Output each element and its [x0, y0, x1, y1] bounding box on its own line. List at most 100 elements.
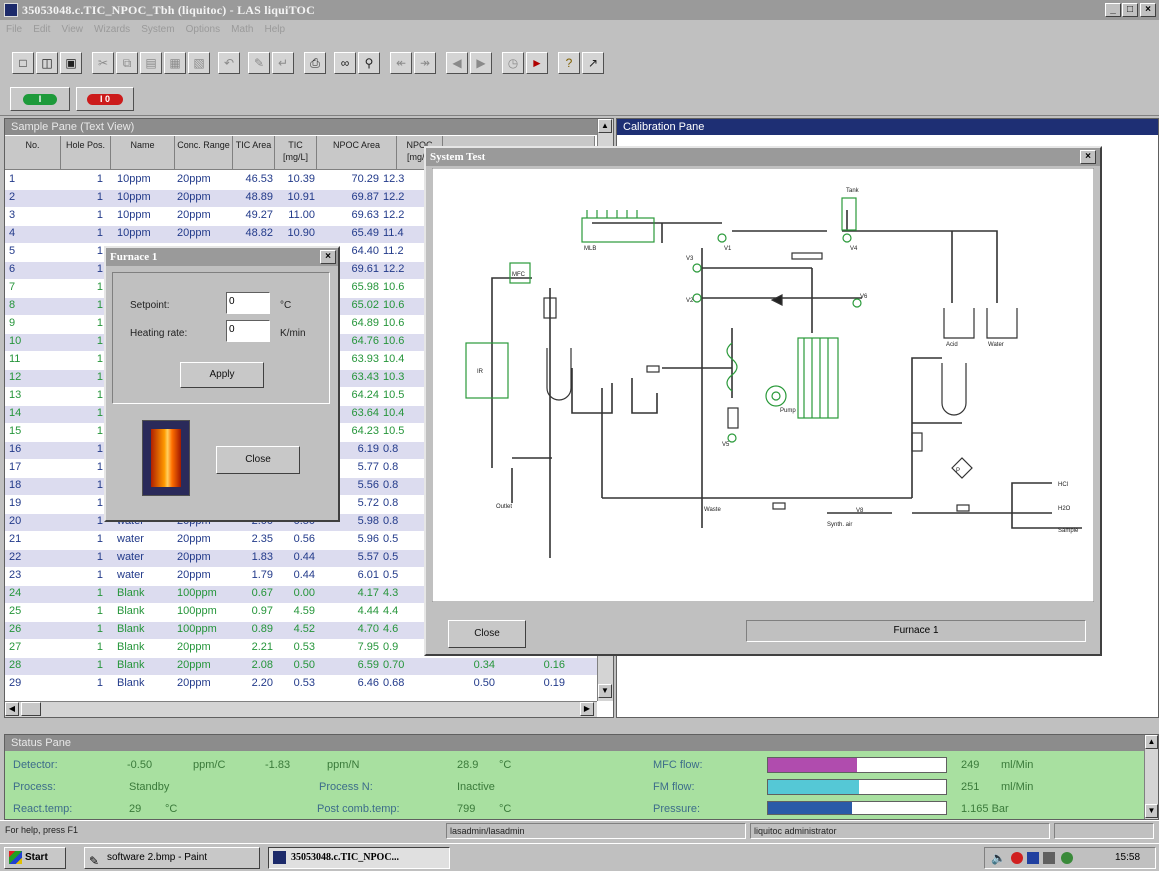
- cell-no: 24: [9, 587, 22, 599]
- menu-system[interactable]: System: [141, 24, 174, 35]
- status-scroll-up-icon[interactable]: ▲: [1145, 735, 1158, 749]
- detector-label: Detector:: [13, 759, 58, 771]
- context-help-icon[interactable]: ↗: [582, 52, 604, 74]
- cell-no: 22: [9, 551, 22, 563]
- table-row[interactable]: 28 1 Blank 20ppm 2.08 0.50 6.59 0.70 0.34 0.16: [5, 658, 597, 675]
- clipboard-icon[interactable]: ▧: [188, 52, 210, 74]
- apply-button[interactable]: Apply: [180, 362, 264, 388]
- monitor-icon[interactable]: [1043, 852, 1055, 864]
- furnace-close-button[interactable]: Close: [216, 446, 300, 474]
- paste-special-icon[interactable]: ▦: [164, 52, 186, 74]
- setpoint-input[interactable]: 0: [226, 292, 270, 314]
- furnace-dialog: Furnace 1 × Setpoint: 0 °C Heating rate:…: [104, 246, 340, 522]
- cell-name: water: [117, 533, 144, 545]
- menu-view[interactable]: View: [61, 24, 83, 35]
- post-comb-temp-unit: °C: [499, 803, 512, 815]
- open-folder-icon[interactable]: ◫: [36, 52, 58, 74]
- scroll-down-icon[interactable]: ▼: [598, 684, 612, 698]
- status-scrollbar[interactable]: ▲ ▼: [1144, 735, 1158, 819]
- help-icon[interactable]: ?: [558, 52, 580, 74]
- taskbar-liquitoc[interactable]: 35053048.c.TIC_NPOC...: [268, 847, 450, 869]
- cell-npoc-area: 6.59: [357, 659, 379, 671]
- antivirus-icon[interactable]: [1011, 852, 1023, 864]
- menu-file[interactable]: File: [6, 24, 22, 35]
- taskbar-paint[interactable]: ✎ software 2.bmp - Paint: [84, 847, 260, 869]
- scroll-up-icon[interactable]: ▲: [598, 119, 612, 133]
- menu-help[interactable]: Help: [264, 24, 285, 35]
- cell-npoc: 12.2: [383, 209, 405, 221]
- start-button[interactable]: Start: [4, 847, 66, 869]
- cell-tic-area: 0.67: [251, 587, 273, 599]
- scroll-right-icon[interactable]: ▶: [580, 702, 594, 716]
- menu-edit[interactable]: Edit: [33, 24, 50, 35]
- find-icon[interactable]: ∞: [334, 52, 356, 74]
- undo-icon[interactable]: ↶: [218, 52, 240, 74]
- furnace-close-icon[interactable]: ×: [320, 250, 336, 264]
- cell-no: 26: [9, 623, 22, 635]
- table-row[interactable]: 29 1 Blank 20ppm 2.20 0.53 6.46 0.68 0.50 0.19: [5, 676, 597, 693]
- column-header-conc-range[interactable]: Conc. Range: [175, 136, 233, 170]
- column-header-no[interactable]: No.: [5, 136, 61, 170]
- cell-pos: 1: [96, 461, 103, 473]
- edit-icon[interactable]: ✎: [248, 52, 270, 74]
- menu-math[interactable]: Math: [231, 24, 253, 35]
- cell-pos: 1: [96, 371, 103, 383]
- off-button[interactable]: I 0: [76, 87, 134, 111]
- system-test-close-button[interactable]: Close: [448, 620, 526, 648]
- cell-range: 20ppm: [177, 677, 211, 689]
- sample-horizontal-scrollbar[interactable]: ◀ ▶: [5, 701, 597, 717]
- paste-icon[interactable]: ▤: [140, 52, 162, 74]
- minimize-button[interactable]: _: [1105, 3, 1121, 17]
- cell-npoc: 0.68: [383, 677, 405, 689]
- column-header-hole-pos[interactable]: Hole Pos.: [61, 136, 111, 170]
- process-label: Process:: [13, 781, 56, 793]
- process-n-value: Inactive: [457, 781, 495, 793]
- previous-icon[interactable]: ◀: [446, 52, 468, 74]
- clock-icon[interactable]: ◷: [502, 52, 524, 74]
- cell-npoc: 0.8: [383, 443, 399, 455]
- scroll-thumb[interactable]: [21, 702, 41, 716]
- cell-tic-area: 49.27: [245, 209, 273, 221]
- on-button[interactable]: I: [10, 87, 70, 111]
- copy-icon[interactable]: ⧉: [116, 52, 138, 74]
- globe-icon[interactable]: [1061, 852, 1073, 864]
- new-file-icon[interactable]: □: [12, 52, 34, 74]
- zoom-icon[interactable]: ⚲: [358, 52, 380, 74]
- heating-rate-input[interactable]: 0: [226, 320, 270, 342]
- cell-e2: 0.19: [543, 677, 565, 689]
- cell-pos: 1: [96, 641, 103, 653]
- network-icon[interactable]: [1027, 852, 1039, 864]
- cell-no: 18: [9, 479, 22, 491]
- column-header-npoc-area[interactable]: NPOC Area: [317, 136, 397, 170]
- cell-no: 12: [9, 371, 22, 383]
- column-header-name[interactable]: Name: [111, 136, 175, 170]
- mfc-flow-bar-fill: [768, 758, 857, 772]
- user-text: lasadmin/lasadmin: [446, 823, 746, 839]
- close-button[interactable]: ×: [1140, 3, 1156, 17]
- system-test-diagram: Outlet Waste Synth. air Acid Water HCl H…: [432, 168, 1094, 602]
- column-header-tic-mgl[interactable]: TIC [mg/L]: [275, 136, 317, 170]
- system-test-close-icon[interactable]: ×: [1080, 150, 1096, 164]
- save-icon[interactable]: ▣: [60, 52, 82, 74]
- move-right-icon[interactable]: ↠: [414, 52, 436, 74]
- cell-npoc: 0.5: [383, 569, 399, 581]
- next-icon[interactable]: ▶: [470, 52, 492, 74]
- cell-npoc: 10.6: [383, 317, 405, 329]
- maximize-button[interactable]: □: [1122, 3, 1138, 17]
- speaker-icon[interactable]: 🔈: [991, 851, 1006, 865]
- menu-options[interactable]: Options: [186, 24, 220, 35]
- cell-no: 15: [9, 425, 22, 437]
- react-temp-unit: °C: [165, 803, 178, 815]
- print-icon[interactable]: ⎙: [304, 52, 326, 74]
- menu-wizards[interactable]: Wizards: [94, 24, 130, 35]
- column-header-tic-area[interactable]: TIC Area: [233, 136, 275, 170]
- scroll-left-icon[interactable]: ◀: [5, 702, 19, 716]
- insert-icon[interactable]: ↵: [272, 52, 294, 74]
- cell-pos: 1: [96, 227, 103, 239]
- cut-icon[interactable]: ✂: [92, 52, 114, 74]
- cell-pos: 1: [96, 407, 103, 419]
- status-scroll-down-icon[interactable]: ▼: [1145, 804, 1158, 818]
- move-left-icon[interactable]: ↞: [390, 52, 412, 74]
- start-measure-icon[interactable]: ►: [526, 52, 548, 74]
- mfc-flow-label: MFC flow:: [653, 759, 703, 771]
